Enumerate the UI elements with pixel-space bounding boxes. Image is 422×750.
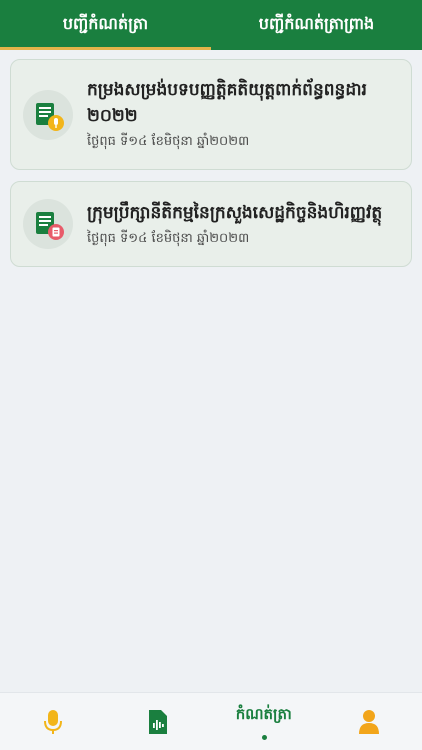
tab-draft-records-label: បញ្ជីកំណត់ត្រាព្រាង <box>258 14 375 33</box>
tab-records-label: បញ្ជីកំណត់ត្រា <box>62 14 149 33</box>
microphone-icon <box>43 709 62 734</box>
record-date: ថ្ងៃពុធ ទី១៤ ខែមិថុនា ឆ្នាំ២០២៣ <box>87 134 250 149</box>
audio-file-icon <box>149 709 168 734</box>
record-text: ក្រុមប្រឹក្សានីតិកម្មនៃក្រសួងសេដ្ឋកិច្ចន… <box>87 200 399 249</box>
records-list: កម្រងសម្រង់បទបញ្ញត្តិគតិយុត្តពាក់ព័ន្ធពន… <box>10 59 412 278</box>
record-card[interactable]: ក្រុមប្រឹក្សានីតិកម្មនៃក្រសួងសេដ្ឋកិច្ចន… <box>10 181 412 267</box>
record-title: ក្រុមប្រឹក្សានីតិកម្មនៃក្រសួងសេដ្ឋកិច្ចន… <box>87 202 383 223</box>
record-text: កម្រងសម្រង់បទបញ្ញត្តិគតិយុត្តពាក់ព័ន្ធពន… <box>87 77 399 152</box>
nav-profile[interactable] <box>317 693 422 750</box>
active-nav-dot <box>261 735 267 740</box>
active-tab-indicator <box>0 47 211 50</box>
record-card[interactable]: កម្រងសម្រង់បទបញ្ញត្តិគតិយុត្តពាក់ព័ន្ធពន… <box>10 59 412 170</box>
record-date: ថ្ងៃពុធ ទី១៤ ខែមិថុនា ឆ្នាំ២០២៣ <box>87 230 250 246</box>
user-icon <box>359 709 380 734</box>
top-tab-bar: បញ្ជីកំណត់ត្រា បញ្ជីកំណត់ត្រាព្រាង <box>0 0 422 50</box>
tab-records[interactable]: បញ្ជីកំណត់ត្រា <box>0 0 211 50</box>
nav-audio-file[interactable] <box>106 693 212 750</box>
nav-records[interactable]: កំណត់ត្រា <box>211 693 317 750</box>
nav-record-audio[interactable] <box>0 693 106 750</box>
bottom-nav-bar: កំណត់ត្រា <box>0 692 422 750</box>
nav-records-label: កំណត់ត្រា <box>235 704 292 723</box>
record-title: កម្រងសម្រង់បទបញ្ញត្តិគតិយុត្តពាក់ព័ន្ធពន… <box>87 80 367 126</box>
tab-draft-records[interactable]: បញ្ជីកំណត់ត្រាព្រាង <box>211 0 422 50</box>
file-document-icon <box>23 199 73 249</box>
audio-document-icon <box>23 89 73 140</box>
